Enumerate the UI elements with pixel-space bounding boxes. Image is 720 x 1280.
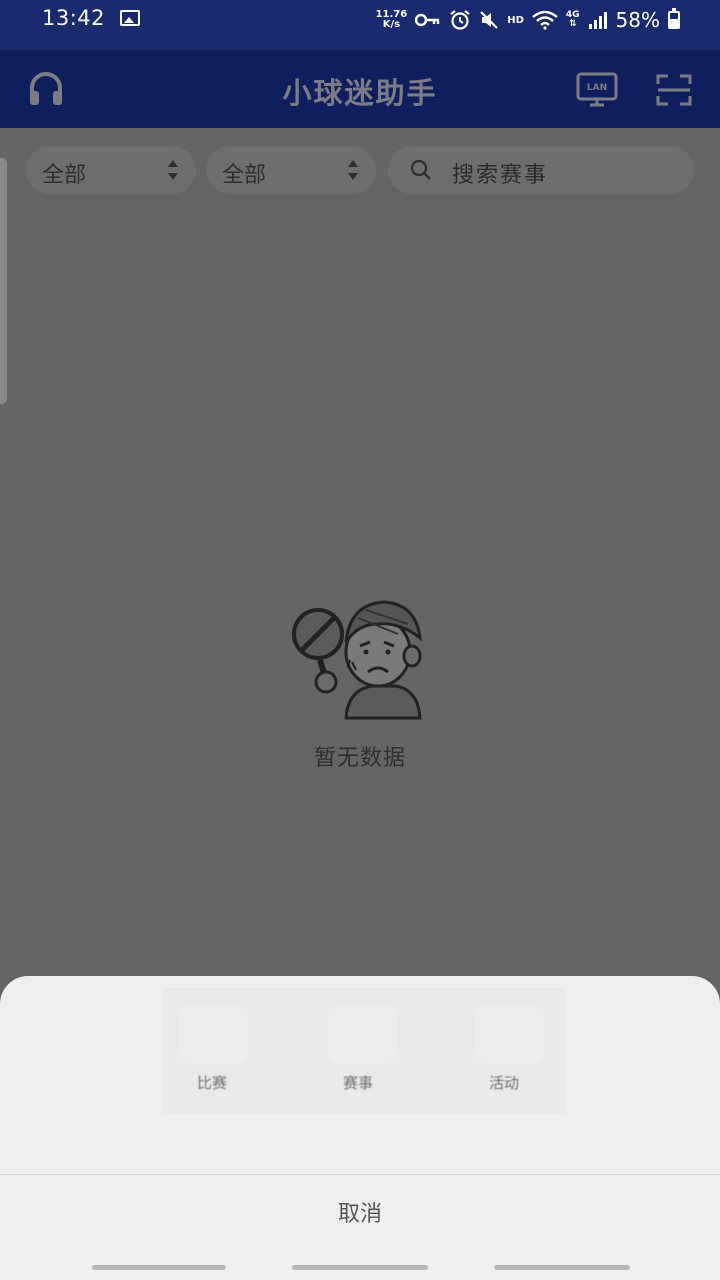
edge-panel-handle[interactable]: [0, 158, 7, 404]
lan-tv-icon[interactable]: LAN: [576, 72, 618, 108]
battery-icon: [668, 8, 680, 29]
search-input[interactable]: 搜索赛事: [388, 146, 694, 194]
app-bar: 小球迷助手 LAN: [0, 50, 720, 128]
vpn-key-icon: [415, 13, 440, 27]
share-bottom-sheet: 比赛 赛事 活动 取消: [0, 976, 720, 1280]
battery-percent: 58%: [615, 8, 660, 32]
net-speed: 11.76 K/s: [376, 10, 408, 30]
search-icon: [410, 159, 431, 180]
gesture-nav-bar: [0, 1256, 720, 1280]
lan-label: LAN: [587, 83, 607, 93]
data-arrows-icon: ⇅: [568, 19, 577, 29]
mute-icon: [480, 11, 498, 29]
status-icons: 11.76 K/s HD 4G ⇅ 58%: [376, 6, 680, 34]
share-option-icon: [474, 1004, 544, 1064]
status-time: 13:42: [42, 6, 106, 30]
search-placeholder: 搜索赛事: [452, 163, 549, 188]
hd-label: HD: [507, 14, 524, 26]
nav-handle-right[interactable]: [494, 1265, 630, 1270]
filter-2-label: 全部: [222, 163, 267, 188]
filter-bar: 全部 全部 搜索赛事: [0, 128, 720, 208]
filter-dropdown-2[interactable]: 全部: [206, 146, 376, 194]
net-speed-unit: K/s: [382, 19, 401, 30]
share-option-icon: [328, 1004, 398, 1064]
filter-1-label: 全部: [42, 163, 87, 188]
wifi-icon: [532, 10, 558, 30]
filter-dropdown-1[interactable]: 全部: [26, 146, 196, 194]
signal-icon: [588, 12, 607, 29]
no-data-illustration: [292, 600, 422, 720]
nav-handle-left[interactable]: [92, 1265, 226, 1270]
share-options: 比赛 赛事 活动: [162, 988, 566, 1114]
share-option-event[interactable]: 赛事: [308, 1072, 408, 1093]
share-option-activity[interactable]: 活动: [454, 1072, 554, 1093]
image-icon: [120, 10, 140, 26]
share-option-match[interactable]: 比赛: [162, 1072, 262, 1093]
scan-icon[interactable]: [656, 74, 692, 106]
network-type: 4G ⇅: [566, 11, 580, 29]
sort-arrows-icon: [348, 160, 358, 180]
empty-state-text: 暂无数据: [313, 746, 406, 771]
cancel-button[interactable]: 取消: [0, 1175, 720, 1255]
sort-arrows-icon: [168, 160, 178, 180]
nav-handle-center[interactable]: [292, 1265, 428, 1270]
share-option-icon: [178, 1004, 248, 1064]
status-bar: 13:42 11.76 K/s HD 4G ⇅ 58%: [0, 0, 720, 50]
alarm-icon: [450, 10, 470, 30]
